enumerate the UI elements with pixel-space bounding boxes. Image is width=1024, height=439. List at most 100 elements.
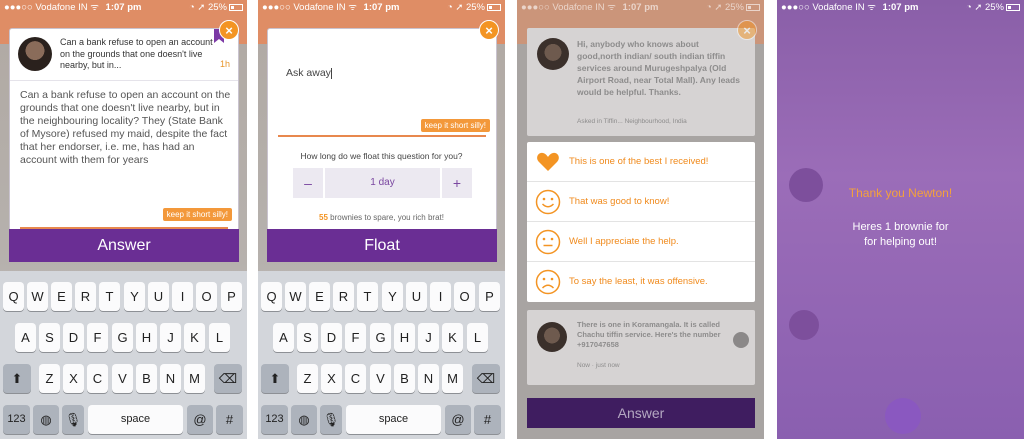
question-header: Can a bank refuse to open an account on … — [10, 29, 238, 81]
thank-you-message: Heres 1 brownie for for helping out! — [777, 220, 1024, 250]
space-key[interactable]: space — [88, 405, 183, 434]
key-a[interactable]: A — [15, 323, 36, 352]
rating-best[interactable]: This is one of the best I received! — [527, 142, 755, 182]
frown-icon — [535, 269, 561, 295]
close-icon[interactable]: × — [219, 20, 239, 40]
shift-key[interactable]: ⬆ — [261, 364, 289, 393]
key-z[interactable]: Z — [297, 364, 318, 393]
key-d[interactable]: D — [321, 323, 342, 352]
answer-input[interactable]: Can a bank refuse to open an account on … — [20, 89, 232, 167]
key-j[interactable]: J — [418, 323, 439, 352]
key-r[interactable]: R — [75, 282, 96, 311]
battery-percent: 25% — [207, 2, 227, 13]
key-w[interactable]: W — [285, 282, 306, 311]
battery-percent: 25% — [724, 2, 744, 13]
thank-you-title: Thank you Newton! — [848, 186, 953, 200]
at-key[interactable]: @ — [187, 405, 213, 434]
key-a[interactable]: A — [273, 323, 294, 352]
at-key[interactable]: @ — [445, 405, 471, 434]
key-k[interactable]: K — [184, 323, 205, 352]
shift-key[interactable]: ⬆ — [3, 364, 31, 393]
answer-button[interactable]: Answer — [9, 229, 239, 262]
key-i[interactable]: I — [430, 282, 451, 311]
numbers-key[interactable]: 123 — [261, 405, 288, 434]
key-d[interactable]: D — [63, 323, 84, 352]
key-g[interactable]: G — [370, 323, 391, 352]
key-v[interactable]: V — [112, 364, 133, 393]
backspace-key[interactable]: ⌫ — [214, 364, 242, 393]
float-screen: ●●●○○ Vodafone IN ᯤ 1:07 pm ◔ ➚ 25% Ask … — [258, 0, 505, 439]
thank-you-line-1: Heres 1 brownie for — [852, 221, 949, 233]
key-t[interactable]: T — [357, 282, 378, 311]
decrease-button[interactable]: – — [293, 168, 323, 198]
key-l[interactable]: L — [467, 323, 488, 352]
rating-good[interactable]: That was good to know! — [527, 182, 755, 222]
space-key[interactable]: space — [346, 405, 441, 434]
increase-button[interactable]: + — [442, 168, 472, 198]
status-bar: ●●●○○ Vodafone IN ᯤ 1:07 pm ◔ ➚ 25% — [0, 0, 247, 16]
rating-good-label: That was good to know! — [569, 196, 670, 207]
microphone-key[interactable]: 🎙 — [62, 405, 84, 434]
key-l[interactable]: L — [209, 323, 230, 352]
battery-icon — [1006, 3, 1020, 11]
key-o[interactable]: O — [196, 282, 217, 311]
question-input[interactable]: Ask away — [286, 67, 332, 79]
neutral-face-icon — [535, 229, 561, 255]
key-g[interactable]: G — [112, 323, 133, 352]
close-icon[interactable]: × — [479, 20, 499, 40]
key-s[interactable]: S — [297, 323, 318, 352]
heart-icon — [537, 152, 559, 171]
key-c[interactable]: C — [87, 364, 108, 393]
key-t[interactable]: T — [99, 282, 120, 311]
like-icon[interactable] — [733, 332, 749, 348]
key-m[interactable]: M — [184, 364, 205, 393]
key-r[interactable]: R — [333, 282, 354, 311]
numbers-key[interactable]: 123 — [3, 405, 30, 434]
key-z[interactable]: Z — [39, 364, 60, 393]
globe-key[interactable]: ◍ — [291, 405, 317, 434]
key-f[interactable]: F — [87, 323, 108, 352]
key-u[interactable]: U — [406, 282, 427, 311]
key-i[interactable]: I — [172, 282, 193, 311]
key-n[interactable]: N — [418, 364, 439, 393]
key-s[interactable]: S — [39, 323, 60, 352]
key-e[interactable]: E — [309, 282, 330, 311]
battery-percent: 25% — [465, 2, 485, 13]
battery-icon — [229, 3, 243, 11]
key-b[interactable]: B — [136, 364, 157, 393]
key-w[interactable]: W — [27, 282, 48, 311]
close-icon[interactable]: × — [737, 20, 757, 40]
rating-neutral-label: Well I appreciate the help. — [569, 236, 679, 247]
key-h[interactable]: H — [136, 323, 157, 352]
key-v[interactable]: V — [370, 364, 391, 393]
key-c[interactable]: C — [345, 364, 366, 393]
key-b[interactable]: B — [394, 364, 415, 393]
key-o[interactable]: O — [454, 282, 475, 311]
hash-key[interactable]: # — [216, 405, 243, 434]
key-p[interactable]: P — [221, 282, 242, 311]
globe-key[interactable]: ◍ — [33, 405, 59, 434]
rating-offensive[interactable]: To say the least, it was offensive. — [527, 262, 755, 302]
key-p[interactable]: P — [479, 282, 500, 311]
key-u[interactable]: U — [148, 282, 169, 311]
key-f[interactable]: F — [345, 323, 366, 352]
key-y[interactable]: Y — [124, 282, 145, 311]
key-k[interactable]: K — [442, 323, 463, 352]
backspace-key[interactable]: ⌫ — [472, 364, 500, 393]
key-h[interactable]: H — [394, 323, 415, 352]
key-e[interactable]: E — [51, 282, 72, 311]
key-y[interactable]: Y — [382, 282, 403, 311]
key-j[interactable]: J — [160, 323, 181, 352]
key-q[interactable]: Q — [3, 282, 24, 311]
key-m[interactable]: M — [442, 364, 463, 393]
microphone-key[interactable]: 🎙 — [320, 405, 342, 434]
rating-neutral[interactable]: Well I appreciate the help. — [527, 222, 755, 262]
float-button[interactable]: Float — [267, 229, 497, 262]
key-x[interactable]: X — [63, 364, 84, 393]
key-q[interactable]: Q — [261, 282, 282, 311]
avatar — [537, 322, 567, 352]
key-x[interactable]: X — [321, 364, 342, 393]
key-n[interactable]: N — [160, 364, 181, 393]
hash-key[interactable]: # — [474, 405, 501, 434]
answer-button[interactable]: Answer — [527, 398, 755, 428]
